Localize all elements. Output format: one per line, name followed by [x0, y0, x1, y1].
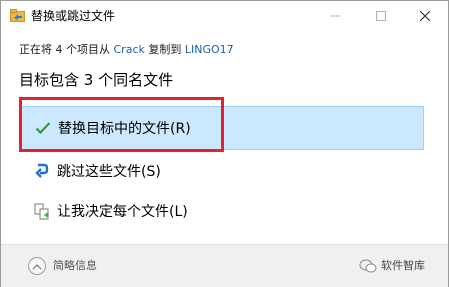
replace-files-label: 替换目标中的文件(R) [58, 121, 191, 137]
chevron-up-icon [32, 263, 42, 269]
minimize-icon [330, 15, 340, 17]
conflict-heading: 目标包含 3 个同名文件 [19, 71, 174, 89]
details-toggle-button[interactable] [28, 257, 46, 275]
copy-info-middle: 复制到 [144, 43, 185, 56]
watermark-text: 软件智库 [381, 259, 425, 272]
skip-arrow-icon [34, 163, 50, 179]
dialog-footer: 简略信息 软件智库 [1, 244, 448, 287]
minimize-button[interactable] [312, 1, 358, 31]
decide-each-file-label: 让我决定每个文件(L) [57, 204, 188, 220]
close-button[interactable] [402, 1, 448, 31]
close-icon [420, 11, 430, 21]
compare-files-icon [34, 203, 50, 219]
maximize-icon [376, 11, 386, 21]
skip-files-label: 跳过这些文件(S) [57, 164, 161, 180]
replace-or-skip-dialog: 替换或跳过文件 正在将 4 个项目从 Crack 复制到 LINGO17 目标包… [0, 0, 449, 287]
copy-info-prefix: 正在将 4 个项目从 [19, 43, 114, 56]
skip-files-option[interactable]: 跳过这些文件(S) [20, 149, 424, 193]
source-folder-link[interactable]: Crack [114, 43, 145, 56]
wechat-icon [359, 259, 377, 273]
replace-files-option[interactable]: 替换目标中的文件(R) [20, 106, 424, 150]
title-bar[interactable]: 替换或跳过文件 [1, 1, 448, 32]
details-toggle-label[interactable]: 简略信息 [53, 257, 97, 275]
window-title: 替换或跳过文件 [31, 9, 116, 23]
copy-files-icon [10, 9, 25, 22]
maximize-button[interactable] [358, 1, 404, 31]
decide-each-file-option[interactable]: 让我决定每个文件(L) [20, 189, 424, 233]
destination-folder-link[interactable]: LINGO17 [185, 43, 234, 56]
copy-progress-info: 正在将 4 个项目从 Crack 复制到 LINGO17 [19, 41, 234, 59]
checkmark-icon [35, 120, 51, 136]
